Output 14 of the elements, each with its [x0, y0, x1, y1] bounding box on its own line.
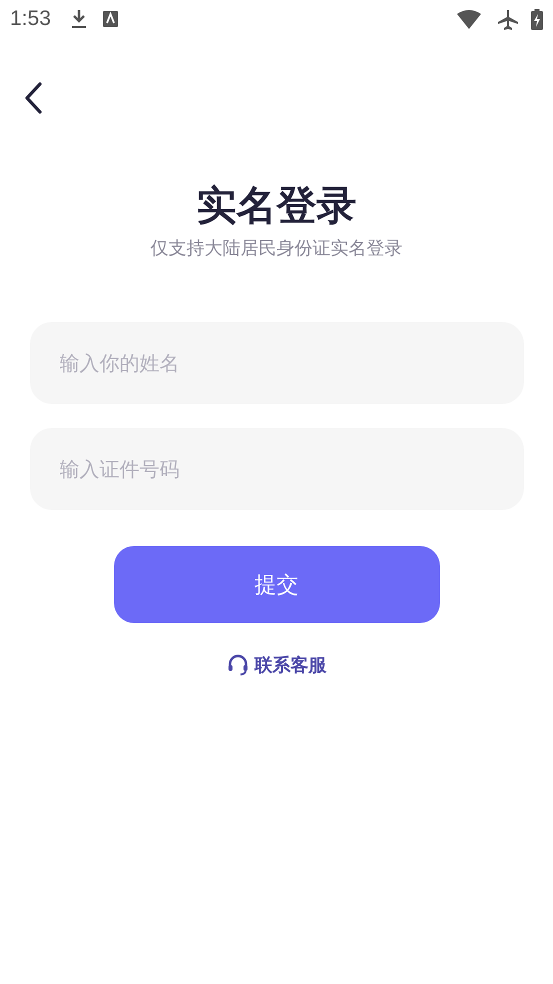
back-icon[interactable] [24, 82, 42, 114]
status-time: 1:53 [10, 7, 51, 31]
input-field[interactable]: 输入证件号码 [30, 428, 524, 510]
keyboard-icon [102, 11, 118, 27]
download-icon [70, 9, 87, 29]
input-field[interactable]: 输入你的姓名 [30, 322, 524, 404]
submit-button[interactable]: 提交 [114, 546, 440, 623]
page-title: 实名登录 [196, 182, 356, 230]
airplane-icon [497, 8, 519, 30]
headset-icon[interactable] [226, 654, 248, 676]
contact-support-link[interactable]: 联系客服 [254, 653, 326, 677]
battery-icon [531, 8, 543, 30]
wifi-icon [457, 10, 481, 28]
page-subtitle: 仅支持大陆居民身份证实名登录 [150, 237, 402, 260]
